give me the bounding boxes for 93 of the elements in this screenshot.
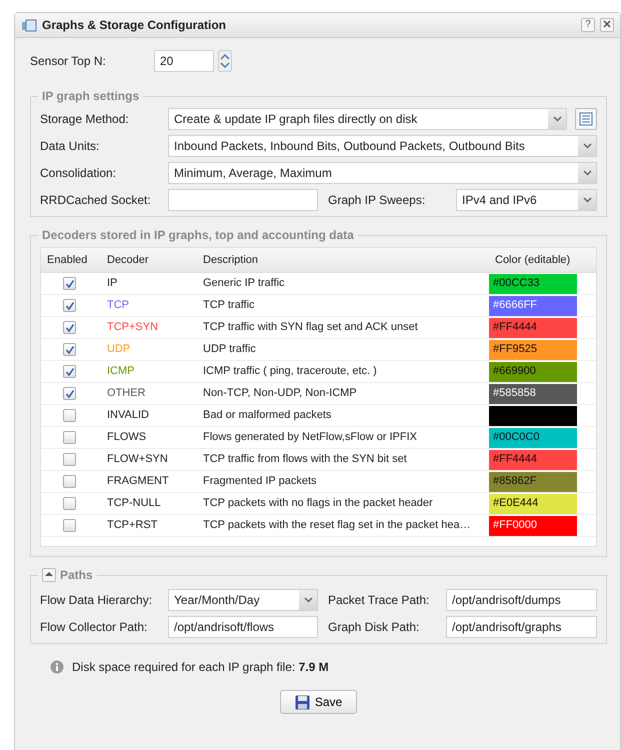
decoder-name: TCP+RST	[106, 518, 158, 534]
collapse-icon	[45, 571, 53, 578]
checkbox[interactable]	[63, 497, 76, 510]
checkbox[interactable]	[63, 343, 76, 356]
field-label: Graph Disk Path:	[328, 619, 420, 636]
color-swatch[interactable]: #FF9525	[489, 340, 577, 360]
column-header[interactable]: Enabled	[41, 252, 101, 268]
table-cell-text: TCP traffic from flows with the SYN bit set	[202, 452, 408, 468]
caret-icon	[578, 190, 596, 210]
caret-icon	[578, 136, 596, 156]
list-icon	[579, 112, 593, 126]
info-text: Disk space required for each IP graph file: 7.9 M	[72, 659, 329, 676]
decoder-name: OTHER	[106, 386, 146, 402]
column-header[interactable]: Color (editable)	[489, 252, 577, 268]
decoder-name: TCP	[106, 298, 130, 314]
table-cell-text: Flows generated by NetFlow,sFlow or IPFIX	[202, 430, 418, 446]
color-swatch[interactable]: #669900	[489, 362, 577, 382]
caret-icon	[299, 590, 317, 610]
text-field[interactable]: /opt/andrisoft/graphs	[446, 616, 597, 638]
color-swatch[interactable]: #FF4444	[489, 318, 577, 338]
section-title: Paths	[60, 567, 93, 583]
column-header[interactable]: Description	[197, 252, 489, 268]
spinner-icon[interactable]	[218, 50, 232, 72]
save-button[interactable]: Save	[280, 690, 358, 714]
decoder-name: TCP+SYN	[106, 320, 160, 336]
close-button[interactable]	[600, 18, 614, 32]
dropdown[interactable]: Minimum, Average, Maximum	[168, 162, 597, 184]
text-field[interactable]: /opt/andrisoft/dumps	[446, 589, 597, 611]
color-swatch[interactable]: #6666FF	[489, 296, 577, 316]
table-cell-text: TCP traffic	[202, 298, 256, 314]
checkbox[interactable]	[63, 365, 76, 378]
number-field[interactable]: 20	[154, 50, 214, 72]
text-field[interactable]	[168, 189, 318, 211]
help-button[interactable]: ?	[581, 18, 595, 32]
table-cell-text: ICMP traffic ( ping, traceroute, etc. )	[202, 364, 378, 380]
table-cell-text: Generic IP traffic	[202, 276, 286, 292]
checkbox[interactable]	[63, 277, 76, 290]
table-cell-text: Fragmented IP packets	[202, 474, 318, 490]
decoder-name: TCP-NULL	[106, 496, 162, 512]
color-swatch[interactable]: #585858	[489, 384, 577, 404]
field-label: Storage Method:	[40, 111, 130, 128]
section-title: IP graph settings	[38, 88, 144, 104]
checkbox[interactable]	[63, 321, 76, 334]
checkbox[interactable]	[63, 409, 76, 422]
field-label: Consolidation:	[40, 165, 118, 182]
dropdown[interactable]: Create & update IP graph files directly on disk	[168, 108, 567, 130]
field-label: Data Units:	[40, 138, 100, 155]
list-button[interactable]	[575, 108, 597, 130]
text-field[interactable]: /opt/andrisoft/flows	[168, 616, 318, 638]
window-title: Graphs & Storage Configuration	[42, 17, 226, 34]
checkbox[interactable]	[63, 475, 76, 488]
color-swatch[interactable]: #FF0000	[489, 516, 577, 536]
field-label: Graph IP Sweeps:	[328, 192, 426, 209]
dropdown[interactable]: Year/Month/Day	[168, 589, 318, 611]
close-icon	[603, 20, 611, 28]
dropdown[interactable]: Inbound Packets, Inbound Bits, Outbound Packets, Outbound Bits	[168, 135, 597, 157]
checkbox[interactable]	[63, 387, 76, 400]
decoder-name: FRAGMENT	[106, 474, 170, 490]
decoder-name: FLOW+SYN	[106, 452, 169, 468]
collapse-toggle[interactable]	[42, 568, 56, 582]
section-title: Decoders stored in IP graphs, top and accounting data	[38, 227, 358, 243]
color-swatch[interactable]: #E0E444	[489, 494, 577, 514]
dropdown[interactable]: IPv4 and IPv6	[456, 189, 597, 211]
field-label: RRDCached Socket:	[40, 192, 152, 209]
field-label: Sensor Top N:	[30, 53, 107, 70]
info-icon	[50, 660, 64, 674]
caret-icon	[578, 163, 596, 183]
decoder-name: IP	[106, 276, 118, 292]
field-label: Flow Collector Path:	[40, 619, 148, 636]
caret-icon	[548, 109, 566, 129]
checkbox[interactable]	[63, 431, 76, 444]
field-label: Packet Trace Path:	[328, 592, 430, 609]
table-cell-text: TCP packets with the reset flag set in the packet hea…	[202, 518, 472, 534]
color-swatch[interactable]: #85862F	[489, 472, 577, 492]
table-cell-text: Bad or malformed packets	[202, 408, 332, 424]
decoder-name: ICMP	[106, 364, 136, 380]
decoder-name: UDP	[106, 342, 132, 358]
checkbox[interactable]	[63, 299, 76, 312]
window-icon	[21, 18, 37, 32]
table-cell-text: TCP packets with no flags in the packet header	[202, 496, 434, 512]
checkbox[interactable]	[63, 453, 76, 466]
column-header[interactable]: Decoder	[101, 252, 197, 268]
color-swatch[interactable]: #FF4444	[489, 450, 577, 470]
table-cell-text: Non-TCP, Non-UDP, Non-ICMP	[202, 386, 358, 402]
checkbox[interactable]	[63, 519, 76, 532]
table-cell-text: TCP traffic with SYN flag set and ACK unset	[202, 320, 419, 336]
table-cell-text: UDP traffic	[202, 342, 257, 358]
color-swatch[interactable]	[489, 406, 577, 426]
decoder-name: FLOWS	[106, 430, 148, 446]
decoder-name: INVALID	[106, 408, 150, 424]
color-swatch[interactable]: #00C0C0	[489, 428, 577, 448]
field-label: Flow Data Hierarchy:	[40, 592, 154, 609]
color-swatch[interactable]: #00CC33	[489, 274, 577, 294]
